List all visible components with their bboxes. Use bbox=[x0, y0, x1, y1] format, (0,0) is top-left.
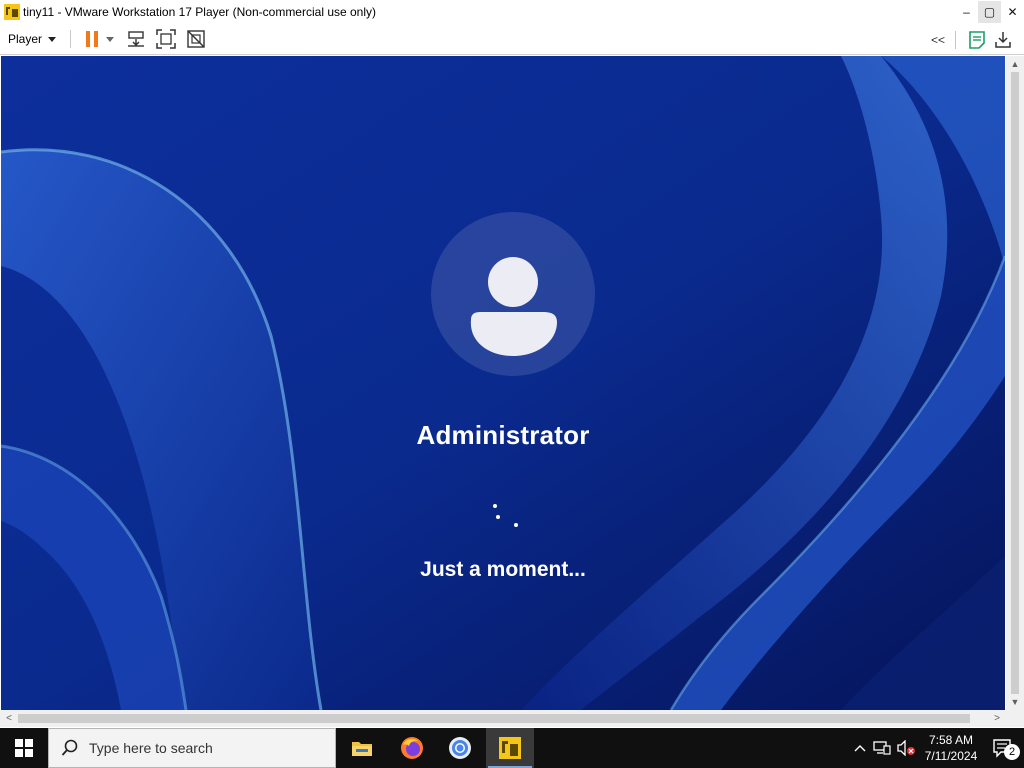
scroll-left-button[interactable]: < bbox=[0, 710, 18, 727]
window-controls: – ▢ ✕ bbox=[955, 0, 1024, 24]
volume-muted-icon bbox=[897, 740, 915, 756]
send-ctrl-alt-del-icon bbox=[128, 31, 145, 47]
player-toolbar: Player << bbox=[0, 24, 1024, 55]
chevron-down-icon bbox=[106, 37, 115, 42]
toolbar-divider bbox=[955, 30, 956, 49]
notes-button[interactable] bbox=[964, 28, 990, 52]
spinner-dot bbox=[493, 504, 497, 508]
vmware-player-taskbar-button[interactable] bbox=[486, 728, 534, 768]
minimize-button[interactable]: – bbox=[955, 1, 978, 23]
vm-guest-screen[interactable]: Administrator Just a moment... bbox=[1, 56, 1005, 710]
vertical-scrollbar[interactable]: ▲ ▼ bbox=[1006, 56, 1024, 710]
account-name: Administrator bbox=[416, 420, 590, 450]
windows-logo-icon bbox=[15, 739, 33, 757]
download-button[interactable] bbox=[990, 28, 1016, 52]
download-icon bbox=[995, 31, 1011, 48]
collapse-toolbar-icon: << bbox=[930, 32, 945, 47]
vmware-player-icon bbox=[499, 737, 521, 759]
clock-date: 7/11/2024 bbox=[924, 749, 978, 763]
vmware-logo-icon bbox=[4, 4, 20, 20]
send-ctrl-alt-del-button[interactable] bbox=[123, 27, 149, 51]
vertical-scroll-thumb[interactable] bbox=[1011, 72, 1019, 694]
horizontal-scrollbar[interactable]: < > bbox=[0, 710, 1024, 727]
start-button[interactable] bbox=[0, 728, 48, 768]
unity-icon bbox=[187, 30, 205, 48]
status-message: Just a moment... bbox=[420, 558, 586, 581]
firefox-icon bbox=[401, 737, 423, 759]
windows-wallpaper bbox=[1, 56, 1005, 710]
file-explorer-icon bbox=[352, 742, 372, 756]
user-avatar bbox=[431, 212, 595, 376]
firefox-button[interactable] bbox=[388, 728, 436, 768]
toolbar-divider bbox=[70, 30, 72, 48]
taskbar-search-box[interactable]: Type here to search bbox=[48, 728, 336, 768]
file-explorer-button[interactable] bbox=[338, 728, 386, 768]
close-button[interactable]: ✕ bbox=[1001, 1, 1024, 23]
chrome-icon bbox=[449, 737, 471, 759]
taskbar-clock[interactable]: 7:58 AM 7/11/2024 bbox=[918, 732, 984, 764]
maximize-button[interactable]: ▢ bbox=[978, 1, 1001, 23]
scroll-right-button[interactable]: > bbox=[988, 710, 1006, 727]
full-screen-icon bbox=[156, 29, 176, 49]
full-screen-button[interactable] bbox=[153, 27, 179, 51]
chrome-button[interactable] bbox=[436, 728, 484, 768]
search-icon bbox=[61, 739, 78, 756]
network-icon bbox=[873, 741, 891, 755]
volume-button[interactable] bbox=[894, 728, 918, 768]
clock-time: 7:58 AM bbox=[928, 733, 974, 747]
player-menu-button[interactable]: Player bbox=[8, 32, 57, 46]
scroll-down-button[interactable]: ▼ bbox=[1006, 694, 1024, 710]
search-placeholder: Type here to search bbox=[89, 740, 213, 756]
pause-dropdown-button[interactable] bbox=[103, 27, 117, 51]
system-tray: 7:58 AM 7/11/2024 2 bbox=[850, 728, 1024, 768]
spinner-dot bbox=[496, 515, 500, 519]
chevron-down-icon bbox=[48, 37, 57, 42]
spinner-dot bbox=[514, 523, 518, 527]
collapse-toolbar-button[interactable]: << bbox=[925, 28, 951, 52]
notification-badge: 2 bbox=[1004, 744, 1020, 760]
scroll-up-button[interactable]: ▲ bbox=[1006, 56, 1024, 72]
toolbar-right: << bbox=[925, 24, 1024, 55]
taskbar: Type here to search 7:58 AM 7/11/2024 2 bbox=[0, 728, 1024, 768]
window-title: tiny11 - VMware Workstation 17 Player (N… bbox=[23, 5, 377, 19]
pause-icon bbox=[86, 31, 99, 47]
horizontal-scroll-thumb[interactable] bbox=[18, 714, 970, 723]
player-menu-label: Player bbox=[8, 32, 43, 46]
pause-button[interactable] bbox=[81, 27, 103, 51]
unity-button[interactable] bbox=[183, 27, 209, 51]
notification-center-button[interactable]: 2 bbox=[984, 728, 1024, 768]
title-bar: tiny11 - VMware Workstation 17 Player (N… bbox=[0, 0, 1024, 24]
show-hidden-icons-button[interactable] bbox=[850, 728, 870, 768]
network-button[interactable] bbox=[870, 728, 894, 768]
chevron-up-icon bbox=[854, 745, 866, 752]
notes-icon bbox=[969, 30, 985, 49]
